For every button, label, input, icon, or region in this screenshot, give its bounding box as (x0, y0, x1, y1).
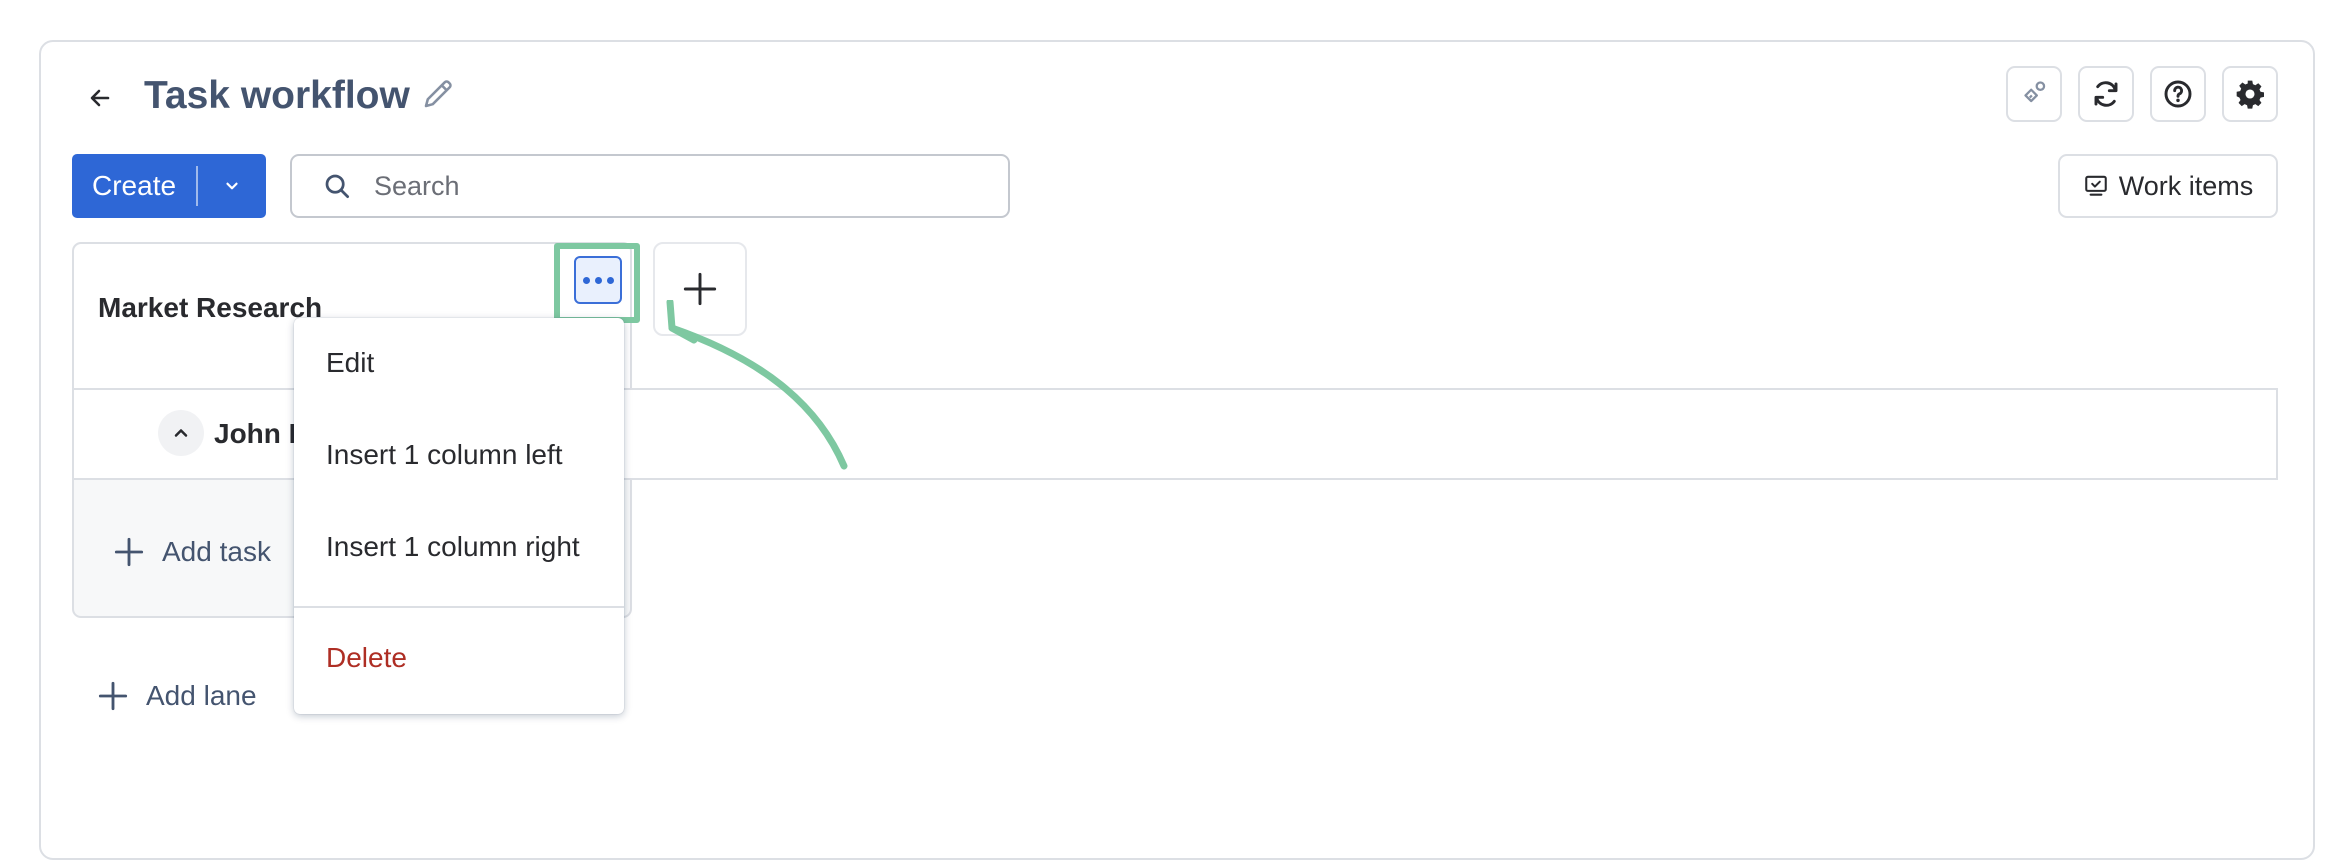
search-icon (325, 174, 349, 198)
column-title: Market Research (98, 292, 323, 323)
refresh-button[interactable] (2078, 66, 2134, 122)
add-column-button[interactable] (653, 242, 747, 336)
work-items-label: Work items (2118, 170, 2254, 201)
create-dropdown-toggle[interactable] (198, 154, 266, 218)
add-lane-button[interactable]: Add lane (94, 674, 257, 718)
menu-item-insert-column-left[interactable]: Insert 1 column left (294, 410, 624, 500)
more-dot (594, 276, 602, 284)
search-box[interactable] (290, 154, 1010, 218)
help-icon (2164, 80, 2192, 108)
settings-gear-icon (2236, 80, 2264, 109)
column-actions-menu: Edit Insert 1 column left Insert 1 colum… (294, 318, 624, 714)
more-dot (606, 276, 614, 284)
automation-button[interactable] (2006, 66, 2062, 122)
refresh-icon (2094, 81, 2118, 107)
monitor-check-icon (2084, 175, 2107, 196)
plus-icon (683, 272, 717, 306)
create-button-label: Create (92, 170, 177, 201)
help-button[interactable] (2150, 66, 2206, 122)
pencil-icon (424, 80, 452, 108)
more-dot (582, 276, 590, 284)
settings-button[interactable] (2222, 66, 2278, 122)
search-input[interactable] (372, 169, 976, 203)
lane-name: John D (214, 418, 304, 449)
page-title: Task workflow (144, 74, 410, 117)
plus-icon (114, 537, 144, 567)
work-items-button[interactable]: Work items (2058, 154, 2278, 218)
plus-icon (98, 681, 128, 711)
column-more-actions-button[interactable] (574, 256, 622, 304)
menu-item-edit[interactable]: Edit (294, 318, 624, 408)
arrow-left-icon (90, 89, 110, 107)
add-task-label: Add task (162, 536, 271, 567)
back-button[interactable] (80, 78, 120, 118)
edit-title-button[interactable] (418, 74, 458, 114)
menu-item-delete[interactable]: Delete (294, 608, 624, 708)
lane-collapse-button[interactable] (158, 410, 204, 456)
automation-icon (2024, 81, 2046, 103)
create-button[interactable]: Create (72, 154, 266, 218)
chevron-up-icon (174, 429, 188, 437)
add-lane-label: Add lane (146, 680, 257, 711)
add-task-button[interactable]: Add task (110, 530, 271, 574)
menu-item-insert-column-right[interactable]: Insert 1 column right (294, 502, 624, 592)
chevron-down-icon (226, 182, 238, 190)
